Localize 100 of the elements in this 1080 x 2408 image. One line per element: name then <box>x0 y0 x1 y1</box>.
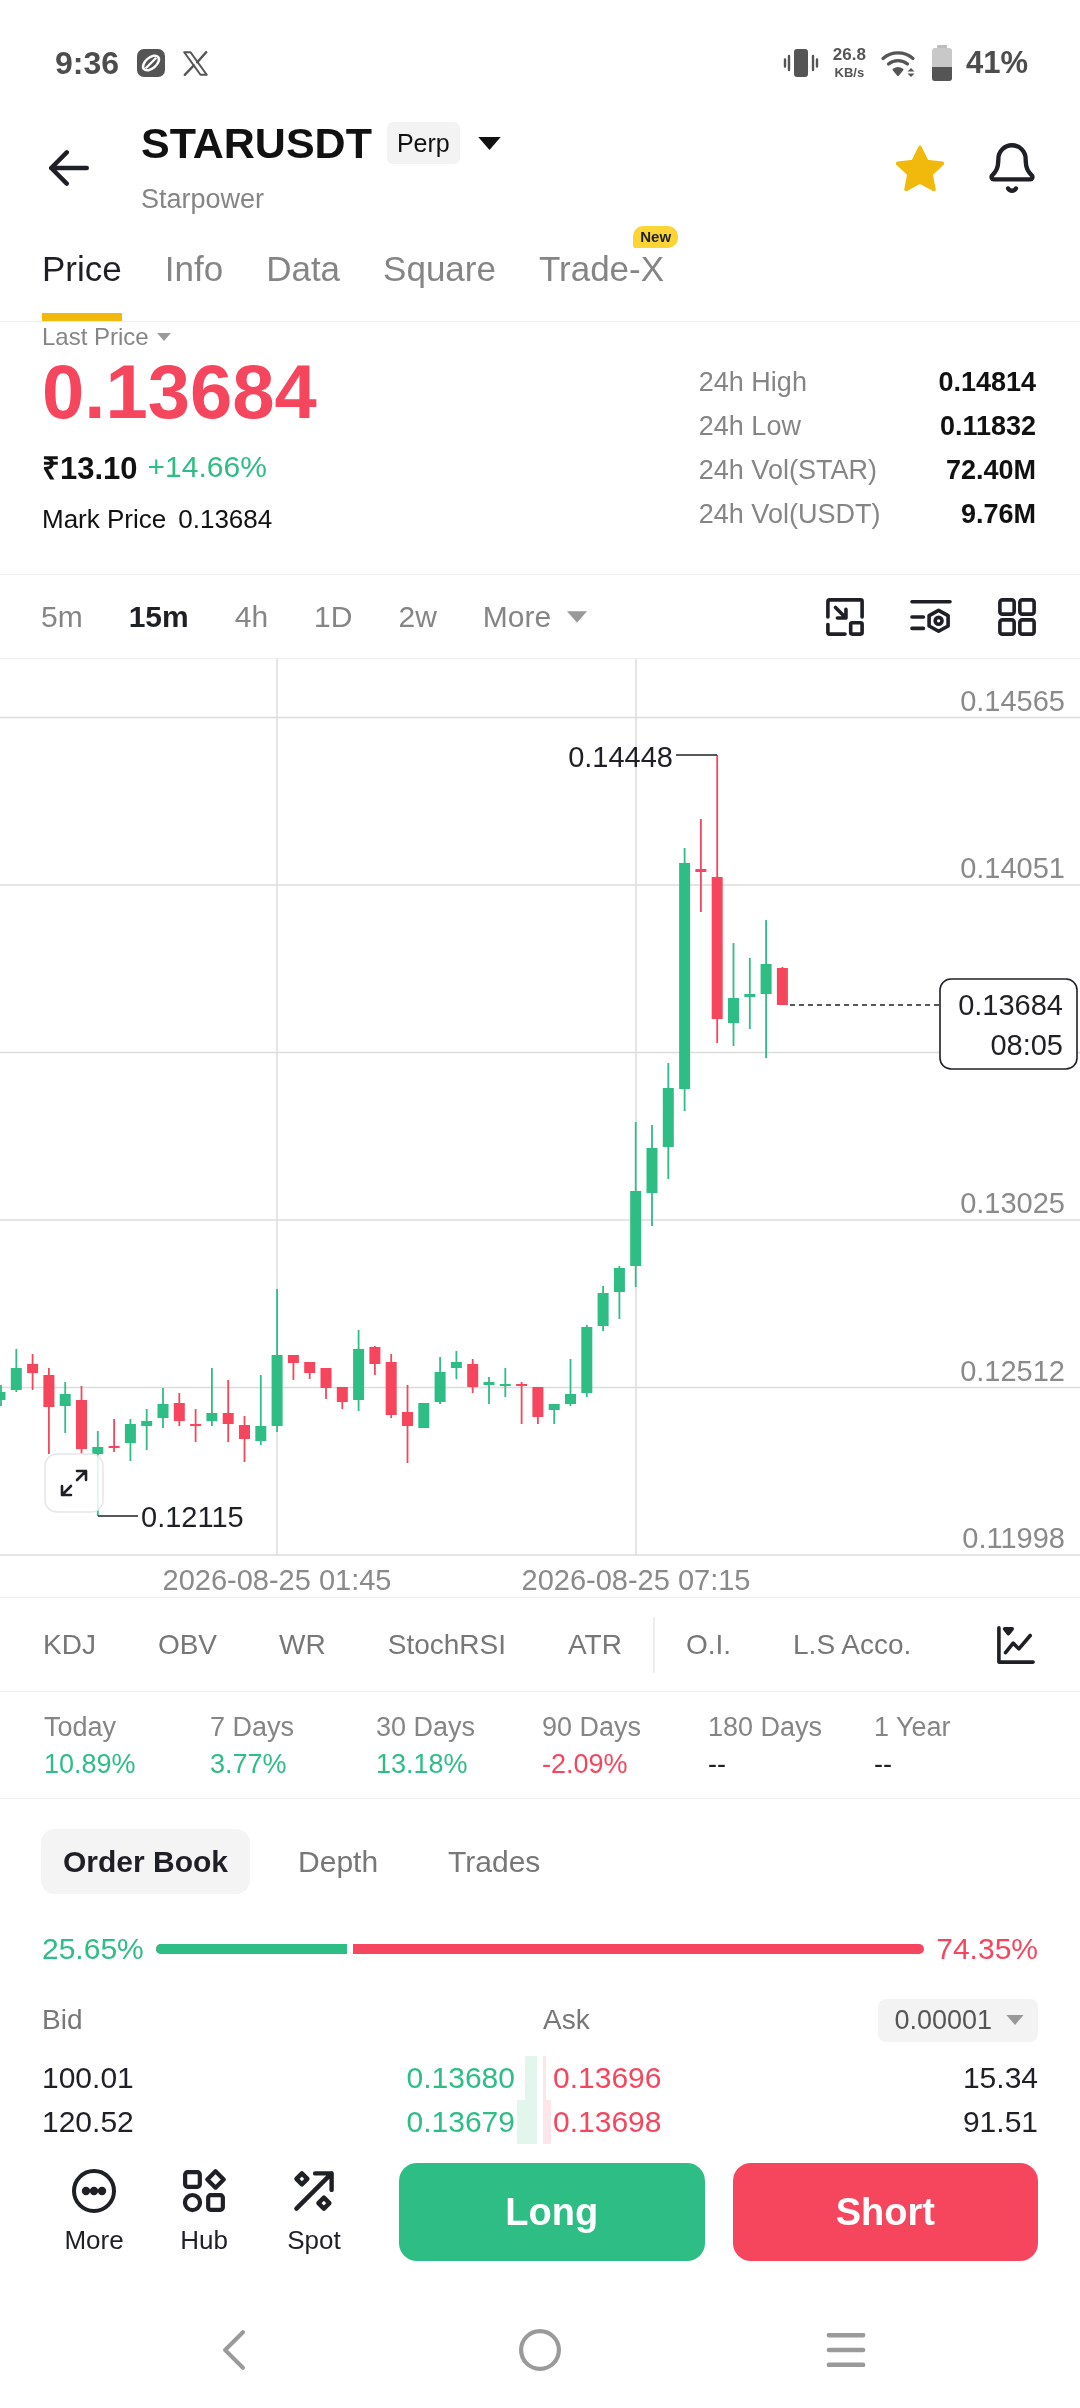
indicator-tab[interactable]: ATR <box>568 1627 622 1662</box>
network-speed-unit: KB/s <box>834 66 865 80</box>
nav-tab[interactable]: Info <box>164 249 224 321</box>
bid-quantity: 100.01 <box>42 2060 134 2096</box>
interval-tab[interactable]: 15m <box>128 598 189 635</box>
star-icon[interactable] <box>896 145 944 191</box>
low-price-label: 0.12115 <box>141 1501 244 1533</box>
window-arrow-icon[interactable] <box>826 597 864 636</box>
mark-price-label: Mark Price <box>42 503 167 535</box>
fiat-price: ₹13.10 <box>42 450 138 488</box>
time-axis-label: 2026-08-25 07:15 <box>521 1564 751 1596</box>
candlestick <box>10 1348 22 1393</box>
candlestick <box>548 1403 560 1425</box>
wifi-icon <box>879 48 918 78</box>
candlestick <box>499 1367 511 1398</box>
candlestick <box>385 1353 397 1419</box>
caret-down-icon <box>477 136 501 150</box>
price-axis-label: 0.13025 <box>960 1187 1065 1219</box>
nav-home-icon[interactable] <box>519 2329 561 2371</box>
price-type-dropdown[interactable]: Last Price <box>42 323 171 351</box>
indicator-tab[interactable]: WR <box>279 1627 326 1662</box>
candlestick <box>483 1376 495 1405</box>
period-label: 180 Days <box>708 1711 823 1744</box>
stat-label: 24h Low <box>698 410 802 442</box>
menu-icon[interactable] <box>826 2333 866 2367</box>
indicator-tab[interactable]: L.S Acco. <box>793 1627 912 1662</box>
candlestick <box>369 1345 381 1376</box>
indicator-tab[interactable]: StochRSI <box>387 1627 506 1662</box>
interval-tab[interactable]: 4h <box>234 598 269 635</box>
toolbar-action[interactable]: Hub <box>152 2169 256 2255</box>
candlestick <box>157 1387 169 1429</box>
candlestick <box>287 1354 299 1381</box>
period-change: -- <box>874 1748 892 1781</box>
back-arrow-icon[interactable] <box>49 150 89 186</box>
long-button[interactable]: Long <box>399 2163 705 2261</box>
time-axis-label: 2026-08-25 01:45 <box>162 1564 392 1596</box>
toolbar-action[interactable]: Spot <box>262 2169 366 2255</box>
short-button[interactable]: Short <box>732 2163 1038 2261</box>
nav-back-icon[interactable] <box>222 2330 246 2370</box>
nav-tab[interactable]: Trade-X <box>538 249 665 321</box>
price-axis-label: 0.14051 <box>960 852 1065 884</box>
caret-down-icon <box>567 610 588 623</box>
bid-price: 0.13680 <box>406 2060 515 2096</box>
network-speed-value: 26.8 <box>832 46 866 64</box>
precision-dropdown[interactable]: 0.00001 <box>878 1998 1038 2042</box>
period-label: 30 Days <box>376 1711 476 1744</box>
vibrate-icon <box>782 48 819 78</box>
interval-tab[interactable]: 5m <box>41 598 83 635</box>
stat-value: 0.11832 <box>938 410 1036 442</box>
battery-percentage: 41% <box>965 45 1028 81</box>
leader-line <box>675 754 718 756</box>
nav-tab[interactable]: Data <box>266 249 341 321</box>
settings-lines-icon[interactable] <box>910 597 952 636</box>
candlestick <box>532 1386 544 1425</box>
expand-icon[interactable] <box>44 1453 104 1513</box>
period-change: 13.18% <box>376 1748 468 1781</box>
interval-tab[interactable]: 2w <box>398 598 437 635</box>
ask-price: 0.13698 <box>553 2104 662 2140</box>
candlestick <box>222 1379 234 1443</box>
current-price-label: 0.13684 <box>958 989 1063 1021</box>
book-tab[interactable]: Trades <box>426 1829 563 1894</box>
book-tab[interactable]: Depth <box>276 1829 401 1894</box>
candlestick <box>59 1381 71 1434</box>
battery-icon <box>931 45 952 81</box>
period-label: 7 Days <box>210 1711 295 1744</box>
stat-value: 9.76M <box>959 498 1036 530</box>
period-label: 1 Year <box>874 1711 951 1744</box>
candlestick <box>124 1418 136 1462</box>
contract-type-badge: Perp <box>386 122 460 164</box>
toolbar-action[interactable]: More <box>42 2169 146 2255</box>
nav-tab[interactable]: Square <box>383 249 496 321</box>
candlestick <box>434 1356 446 1405</box>
line-chart-icon[interactable] <box>997 1625 1035 1664</box>
ask-quantity: 91.51 <box>962 2104 1038 2140</box>
grid-icon[interactable] <box>998 597 1036 636</box>
app-notification-icon <box>137 49 166 77</box>
bid-price: 0.13679 <box>406 2104 515 2140</box>
indicator-tab[interactable]: KDJ <box>43 1627 96 1662</box>
new-badge: New <box>633 226 679 248</box>
interval-tab[interactable]: 1D <box>314 598 353 635</box>
candlestick <box>0 1384 6 1407</box>
candlestick <box>141 1408 153 1451</box>
leader-line <box>97 1515 139 1517</box>
candlestick <box>239 1415 250 1463</box>
bell-icon[interactable] <box>989 143 1035 193</box>
stat-value: 72.40M <box>944 454 1036 486</box>
period-change: 10.89% <box>44 1748 136 1781</box>
indicator-tab[interactable]: OBV <box>157 1627 218 1662</box>
price-axis-label: 0.14565 <box>960 684 1065 717</box>
period-change: 3.77% <box>210 1748 287 1781</box>
ask-price: 0.13696 <box>553 2060 662 2096</box>
period-label: Today <box>44 1711 117 1744</box>
more-intervals-dropdown[interactable]: More <box>482 598 588 635</box>
indicator-tab[interactable]: O.I. <box>685 1627 732 1662</box>
book-tab[interactable]: Order Book <box>41 1829 251 1894</box>
caret-down-icon <box>1006 2015 1024 2025</box>
last-price: 0.13684 <box>42 352 317 432</box>
nav-tab[interactable]: Price <box>42 249 122 321</box>
candlestick <box>565 1358 576 1407</box>
more-dots-icon <box>72 2169 116 2213</box>
